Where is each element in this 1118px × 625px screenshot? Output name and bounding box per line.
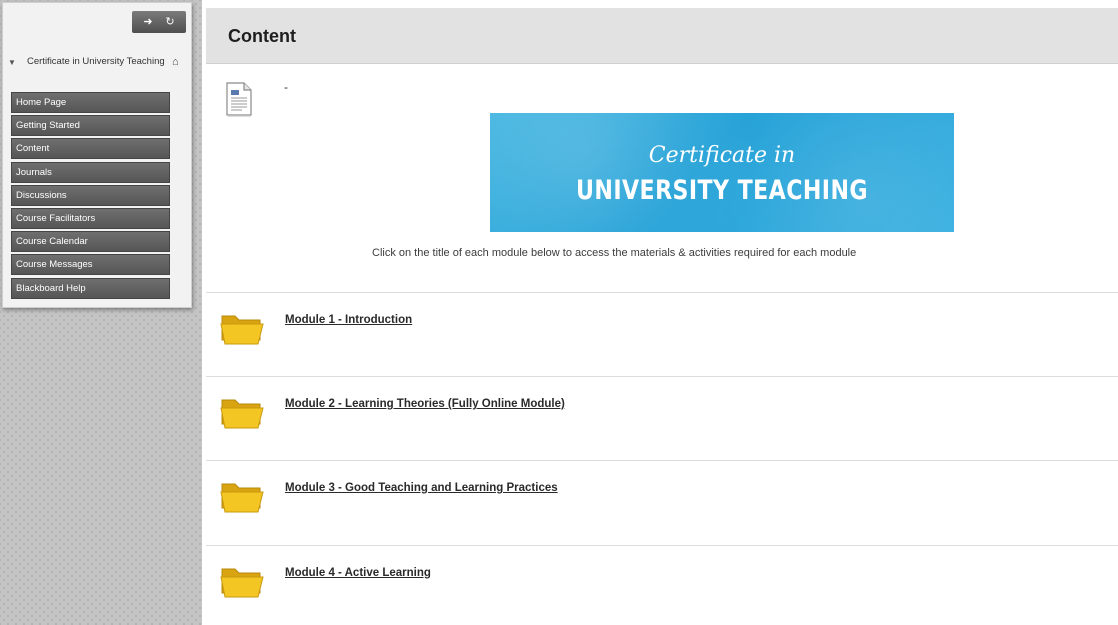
module-item: Module 4 - Active Learning	[206, 546, 1118, 625]
folder-icon	[220, 399, 264, 429]
course-menu-column: ➜ ↻ ▼ Certificate in University Teaching…	[0, 0, 202, 625]
module-1-link[interactable]: Module 1 - Introduction	[285, 314, 412, 326]
menu-item-getting-started[interactable]: Getting Started	[11, 115, 170, 137]
course-menu-list: Home Page Getting Started Content Journa…	[11, 92, 170, 301]
content-area: Content - Certificate in UNIVERSITY TEAC…	[206, 0, 1118, 625]
menu-item-course-facilitators[interactable]: Course Facilitators	[11, 207, 170, 229]
course-menu-toolbar: ➜ ↻	[132, 11, 186, 33]
banner-main-text: UNIVERSITY TEACHING	[576, 175, 868, 206]
module-3-link[interactable]: Module 3 - Good Teaching and Learning Pr…	[285, 482, 558, 494]
arrow-icon[interactable]: ➜	[140, 14, 156, 30]
course-title-row[interactable]: ▼ Certificate in University Teaching ⌂	[8, 56, 188, 86]
module-item: Module 2 - Learning Theories (Fully Onli…	[206, 377, 1118, 459]
menu-item-course-calendar[interactable]: Course Calendar	[11, 231, 170, 253]
page-header: Content	[206, 8, 1118, 64]
menu-item-blackboard-help[interactable]: Blackboard Help	[11, 277, 170, 299]
module-4-link[interactable]: Module 4 - Active Learning	[285, 567, 431, 579]
module-item: Module 3 - Good Teaching and Learning Pr…	[206, 461, 1118, 543]
menu-item-discussions[interactable]: Discussions	[11, 184, 170, 206]
menu-item-course-messages[interactable]: Course Messages	[11, 254, 170, 276]
home-icon[interactable]: ⌂	[172, 56, 179, 68]
folder-icon	[220, 568, 264, 598]
course-title[interactable]: Certificate in University Teaching	[27, 56, 167, 67]
menu-item-home-page[interactable]: Home Page	[11, 92, 170, 113]
document-icon	[226, 82, 252, 117]
certificate-banner: Certificate in UNIVERSITY TEACHING	[490, 113, 954, 232]
page-title: Content	[228, 26, 296, 46]
module-item: Module 1 - Introduction	[206, 293, 1118, 375]
content-item-title[interactable]: -	[284, 80, 288, 94]
banner-script-text: Certificate in	[648, 143, 796, 168]
instruction-text: Click on the title of each module below …	[372, 247, 857, 259]
collapse-arrow-icon[interactable]: ▼	[8, 58, 16, 67]
folder-icon	[220, 315, 264, 345]
refresh-icon[interactable]: ↻	[162, 14, 178, 30]
course-menu-panel: ➜ ↻ ▼ Certificate in University Teaching…	[2, 2, 192, 308]
menu-item-content[interactable]: Content	[11, 138, 170, 160]
module-2-link[interactable]: Module 2 - Learning Theories (Fully Onli…	[285, 398, 565, 410]
menu-item-journals[interactable]: Journals	[11, 161, 170, 183]
folder-icon	[220, 483, 264, 513]
